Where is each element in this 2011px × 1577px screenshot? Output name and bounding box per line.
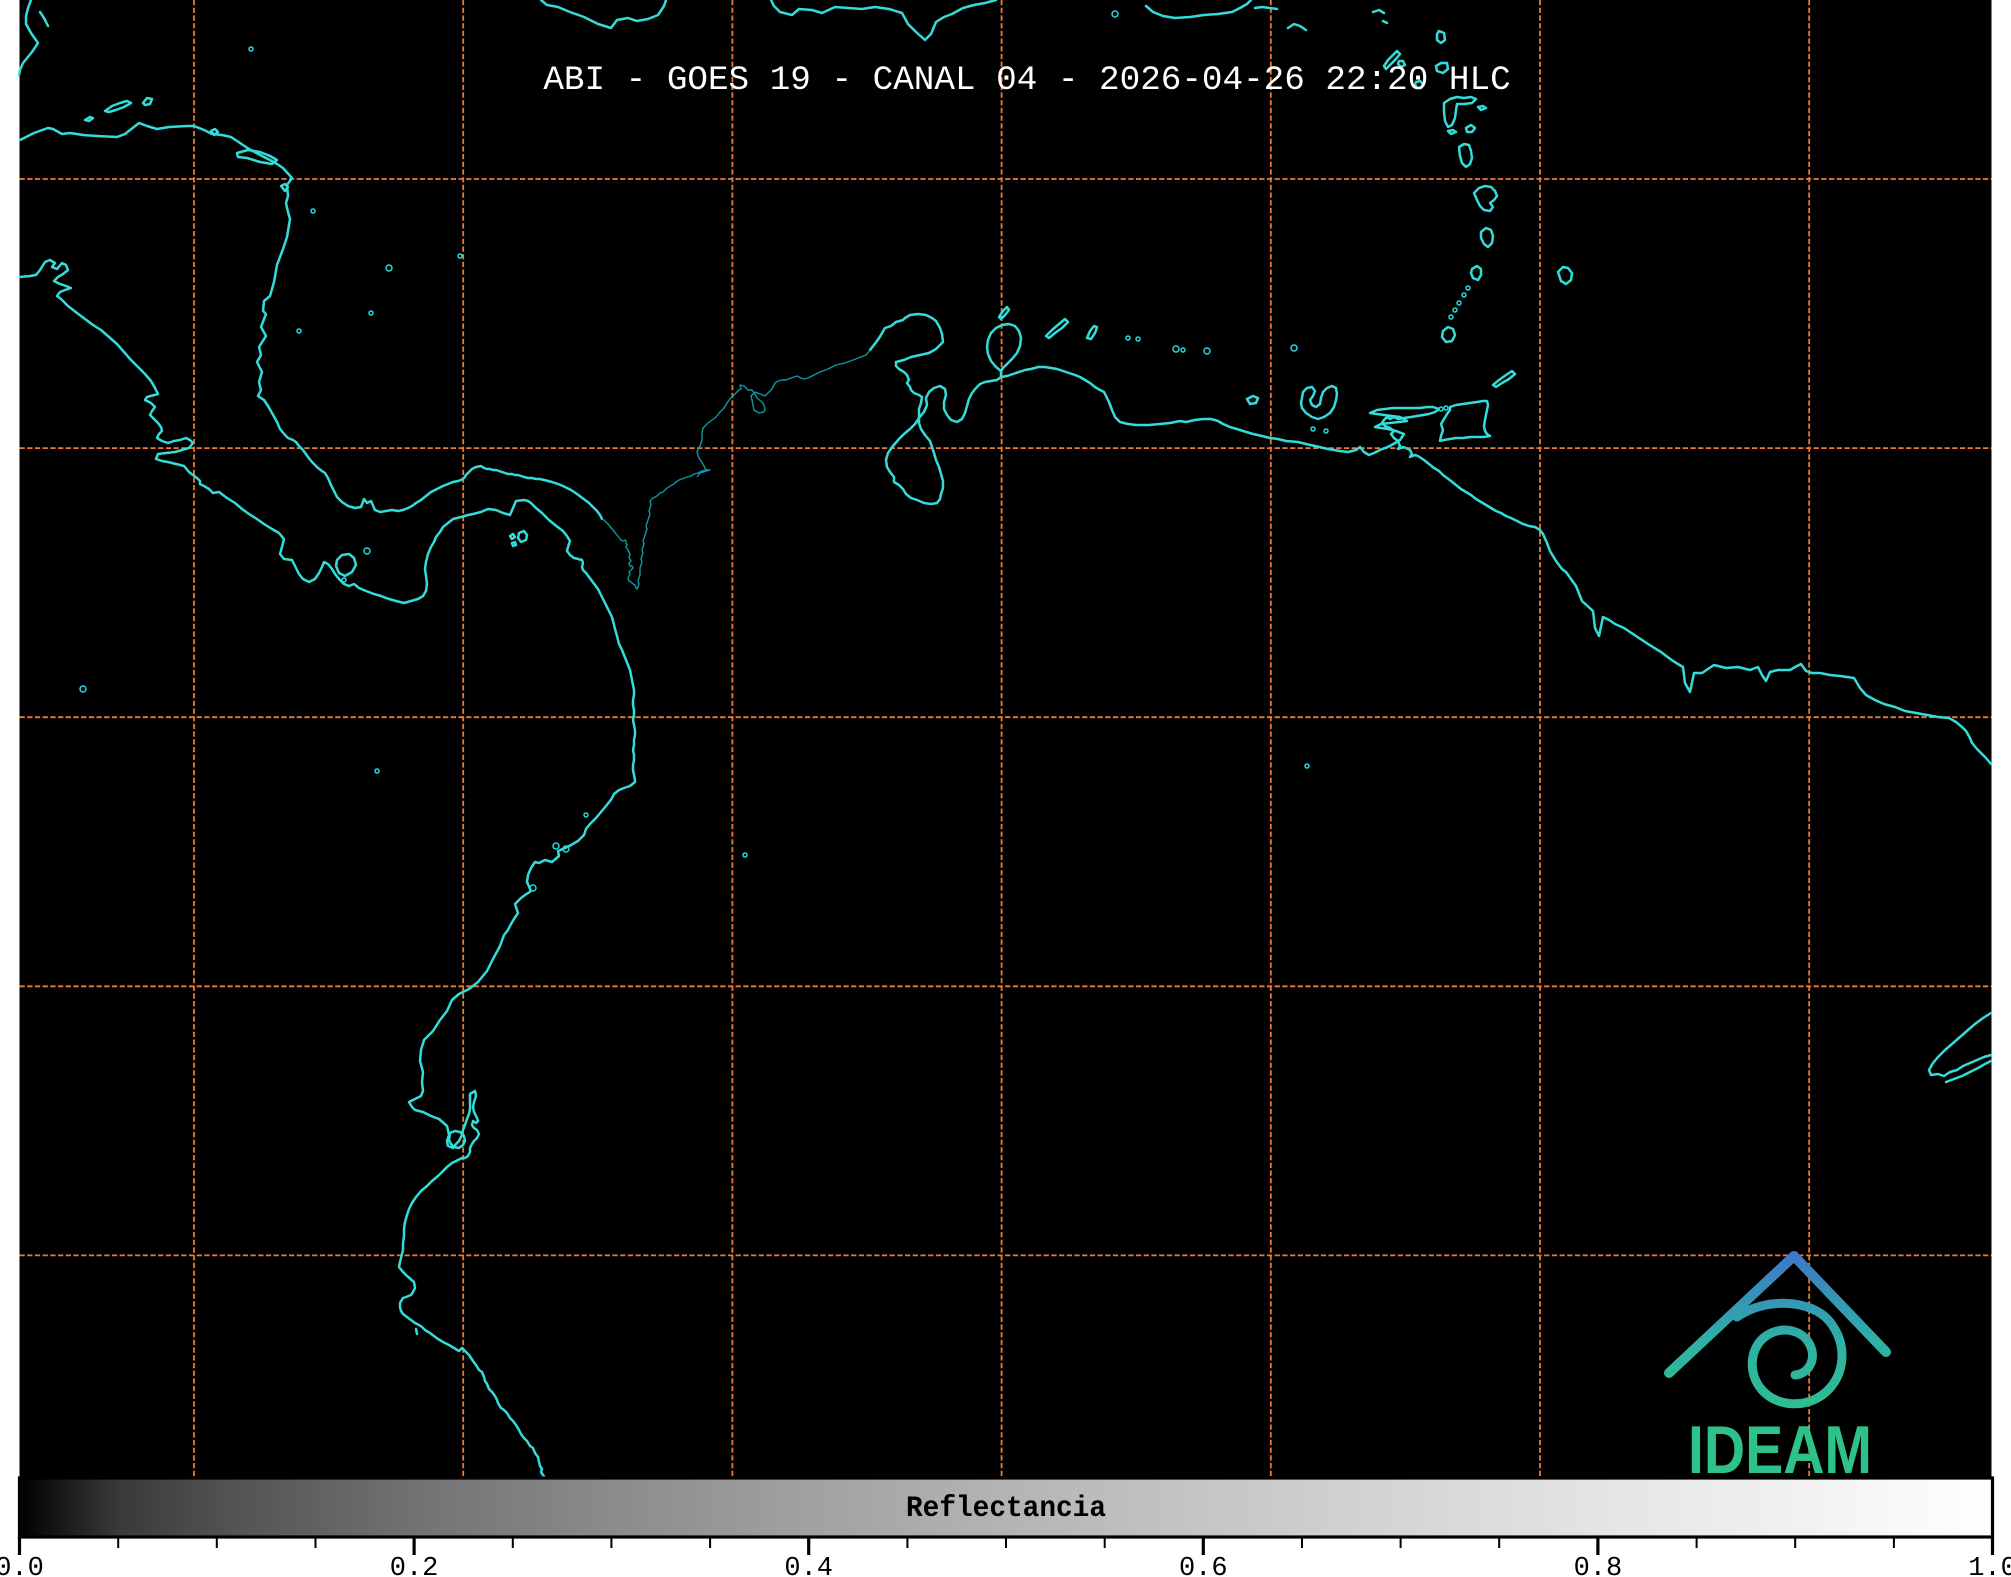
svg-text:1.0: 1.0 [1968,1554,2011,1577]
svg-text:ABI - GOES 19 - CANAL 04 - 202: ABI - GOES 19 - CANAL 04 - 2026-04-26 22… [543,61,1510,100]
svg-text:Reflectancia: Reflectancia [906,1492,1106,1526]
svg-text:0.0: 0.0 [0,1554,44,1577]
svg-text:0.2: 0.2 [390,1554,439,1577]
svg-text:0.4: 0.4 [784,1554,833,1577]
svg-text:0.8: 0.8 [1574,1554,1623,1577]
svg-text:0.6: 0.6 [1179,1554,1228,1577]
